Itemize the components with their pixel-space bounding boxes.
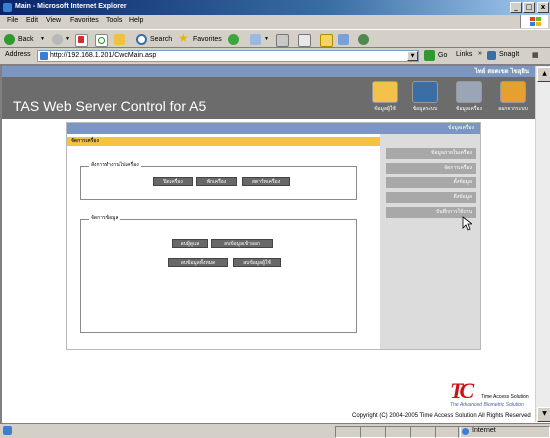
sidebar-item-set-data[interactable]: ตั้งข้อมูล [386, 177, 476, 188]
favorites-label: Favorites [193, 36, 222, 43]
menu-bar: File Edit View Favorites Tools Help [0, 15, 550, 28]
status-segment [335, 426, 361, 438]
status-segment [360, 426, 386, 438]
chevron-down-icon: ▼ [65, 36, 70, 42]
address-label: Address [5, 51, 31, 58]
status-segment [410, 426, 436, 438]
links-button[interactable]: Links [456, 51, 472, 58]
go-arrow-icon [424, 50, 435, 61]
snagit-button[interactable]: SnagIt [499, 51, 519, 58]
logo-name: Time Access Solution [481, 394, 529, 400]
status-segment [385, 426, 411, 438]
back-label: Back [18, 36, 34, 43]
nav-machine-info-label: ข้อมูลเครื่อง [456, 106, 482, 112]
device-icon [456, 81, 482, 103]
edit-icon[interactable] [298, 34, 311, 47]
mail-icon[interactable] [250, 34, 261, 45]
address-dropdown-button[interactable]: ▼ [407, 51, 418, 61]
page-icon [40, 52, 48, 60]
menu-edit[interactable]: Edit [26, 17, 38, 24]
media-icon[interactable] [228, 34, 239, 45]
scroll-down-button[interactable]: ▼ [537, 407, 550, 422]
shutdown-button[interactable]: ปิดเครื่อง [153, 177, 193, 186]
address-input[interactable]: http://192.168.1.201/CwcMain.asp [37, 50, 419, 62]
star-icon: ★ [178, 31, 189, 45]
zone-indicator: Internet [458, 426, 550, 438]
search-label: Search [150, 36, 173, 43]
nav-system-info[interactable]: ข้อมูลระบบ [407, 81, 443, 113]
nav-user-info-label: ข้อมูลผู้ใช้ [374, 106, 396, 112]
panel-title: ข้อมูลเครื่อง [67, 123, 480, 134]
delete-attendance-button[interactable]: ลบข้อมูลเข้าออก [211, 239, 273, 248]
back-arrow-icon [4, 34, 15, 45]
go-label: Go [438, 52, 448, 59]
standby-button[interactable]: พักเครื่อง [196, 177, 237, 186]
sidebar-item-internal-data[interactable]: ข้อมูลภายในเครื่อง [386, 148, 476, 159]
folder-icon[interactable] [320, 34, 333, 47]
restart-button[interactable]: สตาร์ทเครื่อง [242, 177, 290, 186]
window-title-bar[interactable]: Main - Microsoft Internet Explorer [0, 0, 550, 15]
maximize-button[interactable]: □ [523, 2, 535, 13]
snagit-extra-icon[interactable]: ▦ [532, 51, 539, 59]
toolbar: Back ▼ ▼ Search ★ Favorites ▼ [0, 29, 550, 48]
double-chevron-icon[interactable]: » [478, 50, 482, 57]
chevron-down-icon: ▼ [40, 36, 45, 42]
logo-mark: TC [450, 378, 474, 403]
forward-arrow-icon[interactable] [52, 34, 63, 45]
data-management-group [80, 219, 357, 333]
windows-logo-icon [520, 15, 548, 28]
computer-icon [412, 81, 438, 103]
page-done-icon [3, 426, 12, 435]
minimize-button[interactable]: _ [510, 2, 522, 13]
vertical-scrollbar[interactable]: ▲ ▼ [535, 66, 550, 422]
nav-logout-label: ออกจากระบบ [498, 106, 528, 112]
sidebar-item-fetch-data[interactable]: ดึงข้อมูล [386, 192, 476, 203]
nav-logout[interactable]: ออกจากระบบ [495, 81, 531, 113]
user-bar: ไทย์ สอดเขต ไขอุยิน [2, 66, 535, 77]
menu-tools[interactable]: Tools [106, 17, 122, 24]
menu-view[interactable]: View [46, 17, 61, 24]
sidebar-item-manage-machine[interactable]: จัดการเครื่อง [386, 163, 476, 174]
ie-icon [3, 3, 12, 12]
data-management-group-label: จัดการข้อมูล [89, 214, 121, 222]
copyright-text: Copyright (C) 2004-2005 Time Access Solu… [352, 413, 531, 419]
print-icon[interactable] [276, 34, 289, 47]
chevron-down-icon: ▼ [264, 36, 269, 42]
home-icon[interactable] [114, 34, 125, 45]
refresh-icon[interactable] [95, 34, 108, 47]
command-group-label: สั่งการทำงานไปเครื่อง [89, 161, 141, 169]
menu-favorites[interactable]: Favorites [70, 17, 99, 24]
messenger-icon[interactable] [338, 34, 349, 45]
mouse-cursor-icon [462, 216, 472, 231]
delete-all-button[interactable]: ลบข้อมูลทั้งหมด [168, 258, 228, 267]
logout-icon [500, 81, 526, 103]
delete-users-button[interactable]: ลบข้อมูลผู้ใช้ [233, 258, 281, 267]
nav-system-info-label: ข้อมูลระบบ [412, 106, 438, 112]
scroll-up-button[interactable]: ▲ [537, 67, 550, 82]
user-icon [372, 81, 398, 103]
logo-tagline: The Advanced Biometric Solution [450, 402, 524, 408]
search-icon [136, 34, 147, 45]
nav-machine-info[interactable]: ข้อมูลเครื่อง [451, 81, 487, 113]
window-title: Main - Microsoft Internet Explorer [15, 3, 127, 10]
app-title: TAS Web Server Control for A5 [13, 98, 207, 114]
globe-icon [462, 428, 469, 435]
section-title: จัดการเครื่อง [67, 137, 380, 146]
menu-help[interactable]: Help [129, 17, 143, 24]
address-url: http://192.168.1.201/CwcMain.asp [50, 52, 157, 59]
research-icon[interactable] [358, 34, 369, 45]
status-bar: Internet [0, 423, 550, 438]
nav-user-info[interactable]: ข้อมูลผู้ใช้ [367, 81, 403, 113]
close-button[interactable]: x [537, 2, 549, 13]
menu-file[interactable]: File [7, 17, 18, 24]
snagit-icon [487, 51, 496, 60]
delete-admin-button[interactable]: ลบผู้ดูแล [172, 239, 208, 248]
stop-icon[interactable] [75, 34, 88, 47]
zone-label: Internet [472, 427, 496, 434]
